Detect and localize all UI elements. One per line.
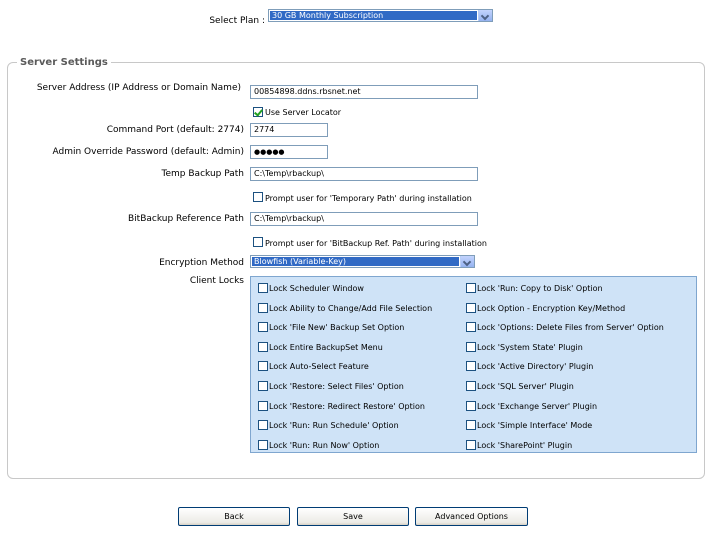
bitbackup-path-input[interactable]: C:\Temp\rbackup\ — [250, 212, 478, 226]
plan-select[interactable]: 30 GB Monthly Subscription — [268, 9, 493, 22]
prompt-temp-path-label: Prompt user for 'Temporary Path' during … — [265, 194, 472, 203]
temp-backup-path-input[interactable]: C:\Temp\rbackup\ — [250, 167, 478, 181]
client-lock-label: Lock Option - Encryption Key/Method — [477, 304, 626, 313]
client-lock-checkbox[interactable] — [466, 381, 476, 391]
client-lock-checkbox[interactable] — [258, 322, 268, 332]
server-address-input[interactable]: 00854898.ddns.rbsnet.net — [250, 85, 478, 99]
client-lock-label: Lock 'System State' Plugin — [477, 343, 583, 352]
client-lock-label: Lock 'Restore: Select Files' Option — [269, 382, 404, 391]
admin-password-input[interactable]: ●●●●● — [250, 145, 328, 159]
encryption-method-select[interactable]: Blowfish (Variable-Key) — [250, 255, 475, 268]
client-lock-label: Lock Ability to Change/Add File Selectio… — [269, 304, 433, 313]
client-lock-checkbox[interactable] — [258, 381, 268, 391]
plan-select-value: 30 GB Monthly Subscription — [270, 11, 477, 20]
prompt-bitbackup-path-label: Prompt user for 'BitBackup Ref. Path' du… — [265, 239, 487, 248]
client-lock-label: Lock Auto-Select Feature — [269, 362, 369, 371]
client-lock-label: Lock 'Options: Delete Files from Server'… — [477, 323, 664, 332]
client-lock-label: Lock 'Run: Run Schedule' Option — [269, 421, 399, 430]
prompt-bitbackup-path-checkbox[interactable] — [253, 237, 263, 247]
client-lock-label: Lock 'SharePoint' Plugin — [477, 441, 573, 450]
client-lock-label: Lock 'Exchange Server' Plugin — [477, 402, 598, 411]
client-lock-checkbox[interactable] — [258, 420, 268, 430]
bitbackup-path-label: BitBackup Reference Path — [127, 214, 244, 224]
use-server-locator-label: Use Server Locator — [265, 108, 342, 117]
client-lock-label: Lock Scheduler Window — [269, 284, 364, 293]
client-lock-label: Lock 'Simple Interface' Mode — [477, 421, 593, 430]
admin-password-label: Admin Override Password (default: Admin) — [52, 147, 244, 157]
client-lock-checkbox[interactable] — [466, 420, 476, 430]
client-lock-label: Lock 'SQL Server' Plugin — [477, 382, 574, 391]
client-lock-checkbox[interactable] — [466, 303, 476, 313]
back-button[interactable]: Back — [178, 507, 290, 526]
advanced-options-button[interactable]: Advanced Options — [415, 507, 528, 526]
encryption-method-label: Encryption Method — [159, 258, 244, 268]
client-lock-checkbox[interactable] — [466, 283, 476, 293]
encryption-method-value: Blowfish (Variable-Key) — [252, 257, 459, 266]
chevron-down-icon[interactable] — [478, 10, 492, 21]
server-address-label: Server Address (IP Address or Domain Nam… — [36, 83, 241, 93]
client-lock-label: Lock 'Restore: Redirect Restore' Option — [269, 402, 425, 411]
client-lock-checkbox[interactable] — [466, 322, 476, 332]
client-locks-label: Client Locks — [189, 276, 244, 286]
server-settings-legend: Server Settings — [17, 57, 111, 68]
command-port-label: Command Port (default: 2774) — [106, 125, 244, 135]
select-plan-label: Select Plan : — [209, 16, 265, 26]
chevron-down-icon[interactable] — [460, 256, 474, 267]
client-lock-checkbox[interactable] — [258, 342, 268, 352]
command-port-input[interactable]: 2774 — [250, 123, 328, 137]
client-lock-label: Lock 'Run: Run Now' Option — [269, 441, 380, 450]
client-lock-label: Lock 'Run: Copy to Disk' Option — [477, 284, 603, 293]
client-lock-checkbox[interactable] — [466, 401, 476, 411]
prompt-temp-path-checkbox[interactable] — [253, 192, 263, 202]
client-lock-label: Lock Entire BackupSet Menu — [269, 343, 383, 352]
client-lock-checkbox[interactable] — [258, 401, 268, 411]
client-lock-checkbox[interactable] — [258, 361, 268, 371]
client-lock-checkbox[interactable] — [466, 440, 476, 450]
client-lock-checkbox[interactable] — [258, 440, 268, 450]
client-lock-checkbox[interactable] — [466, 361, 476, 371]
client-lock-checkbox[interactable] — [258, 283, 268, 293]
client-lock-label: Lock 'Active Directory' Plugin — [477, 362, 594, 371]
client-lock-checkbox[interactable] — [258, 303, 268, 313]
client-lock-label: Lock 'File New' Backup Set Option — [269, 323, 405, 332]
save-button[interactable]: Save — [297, 507, 409, 526]
use-server-locator-checkbox[interactable] — [253, 107, 263, 117]
temp-backup-path-label: Temp Backup Path — [161, 169, 244, 179]
client-lock-checkbox[interactable] — [466, 342, 476, 352]
